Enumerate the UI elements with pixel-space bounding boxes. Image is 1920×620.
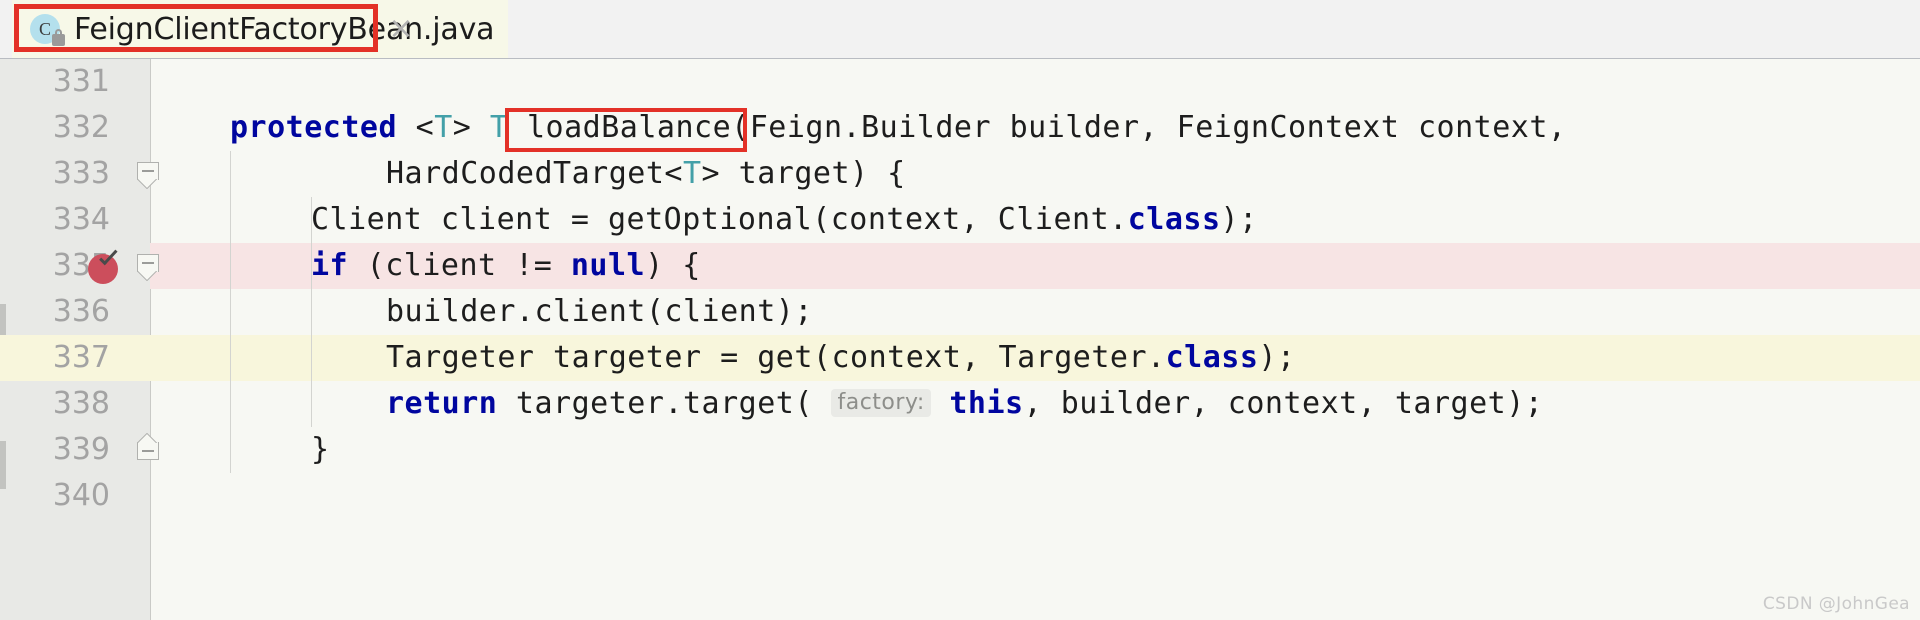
- watermark: CSDN @JohnGea: [1762, 594, 1910, 614]
- indent-guide: [311, 197, 312, 427]
- fold-marker-expand[interactable]: [137, 433, 159, 468]
- line-highlight: [150, 427, 1920, 473]
- indent-guide: [230, 151, 231, 473]
- annotation-box-method-name: [505, 108, 747, 152]
- line-code: Targeter targeter = get(context, Targete…: [386, 340, 1296, 375]
- code-line-row[interactable]: 332 protected <T> T loadBalance(Feign.Bu…: [0, 105, 1920, 151]
- code-line-row[interactable]: 338 return targeter.target( factory: thi…: [0, 381, 1920, 427]
- line-number: 333: [52, 156, 110, 191]
- line-code: builder.client(client);: [386, 294, 813, 329]
- line-highlight: [150, 59, 1920, 105]
- line-highlight: [150, 473, 1920, 519]
- line-number: 332: [52, 110, 110, 145]
- fold-marker-collapse[interactable]: [137, 254, 159, 281]
- line-number: 331: [52, 64, 110, 99]
- keyword-class: class: [1165, 340, 1259, 375]
- code-line-row[interactable]: 336 builder.client(client);: [0, 289, 1920, 335]
- line-code: return targeter.target( factory: this, b…: [386, 386, 1544, 421]
- type-parameter-T: T: [434, 110, 453, 145]
- annotation-box-tab: [14, 4, 378, 52]
- line-number: 338: [52, 386, 110, 421]
- line-number: 340: [52, 478, 110, 513]
- keyword-protected: protected: [230, 110, 398, 145]
- code-line-row[interactable]: 331: [0, 59, 1920, 105]
- line-number: 339: [52, 432, 110, 467]
- line-number: 337: [52, 340, 110, 375]
- fold-marker-collapse[interactable]: [137, 162, 159, 189]
- breakpoint-check-icon: [96, 250, 122, 276]
- breakpoint-verified-icon[interactable]: [88, 254, 118, 284]
- code-line-row[interactable]: 340: [0, 473, 1920, 519]
- line-code: if (client != null) {: [311, 248, 701, 283]
- keyword-this: this: [949, 386, 1024, 421]
- type-parameter-T: T: [682, 156, 702, 191]
- line-number: 334: [52, 202, 110, 237]
- code-line-row[interactable]: 333 HardCodedTarget<T> target) {: [0, 151, 1920, 197]
- keyword-return: return: [386, 386, 498, 421]
- code-editor[interactable]: 331 332 protected <T> T loadBalance(Feig…: [0, 59, 1920, 620]
- code-line-row[interactable]: 334 Client client = getOptional(context,…: [0, 197, 1920, 243]
- keyword-class: class: [1127, 202, 1221, 237]
- ide-window: C FeignClientFactoryBean.java × 331 332: [0, 0, 1920, 620]
- editor-tab-bar: C FeignClientFactoryBean.java ×: [0, 0, 1920, 59]
- line-code: HardCodedTarget<T> target) {: [386, 156, 906, 191]
- line-code: Client client = getOptional(context, Cli…: [311, 202, 1258, 237]
- inlay-parameter-hint-factory: factory:: [831, 388, 931, 417]
- line-code: }: [311, 432, 330, 467]
- close-icon[interactable]: ×: [386, 14, 416, 44]
- line-code: protected <T> T loadBalance(Feign.Builde…: [230, 110, 1567, 145]
- code-line-row[interactable]: 337 Targeter targeter = get(context, Tar…: [0, 335, 1920, 381]
- keyword-if: if: [311, 248, 349, 283]
- keyword-null: null: [570, 248, 646, 283]
- code-line-row[interactable]: 339 }: [0, 427, 1920, 473]
- line-number: 336: [52, 294, 110, 329]
- code-rows: 331 332 protected <T> T loadBalance(Feig…: [0, 59, 1920, 620]
- code-line-row[interactable]: 335 if (client != null) {: [0, 243, 1920, 289]
